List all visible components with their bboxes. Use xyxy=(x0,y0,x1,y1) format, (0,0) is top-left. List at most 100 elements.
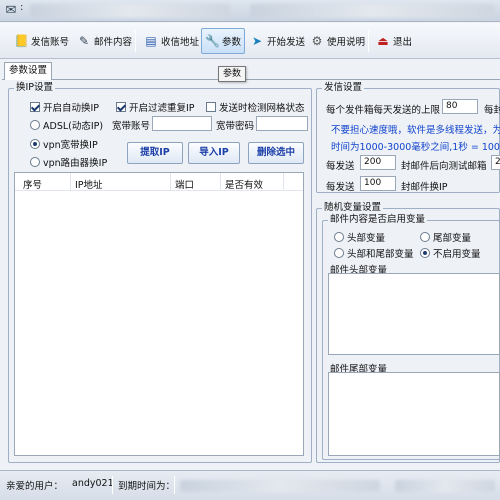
extract-ip-button[interactable]: 提取IP xyxy=(127,142,183,164)
column-header-port[interactable]: 端口 xyxy=(175,177,194,191)
app-icon: ✉ xyxy=(5,3,17,18)
filter-duplicate-ip-checkbox[interactable]: 开启过滤重复IP xyxy=(116,100,195,114)
after-test-label: 封邮件后向测试邮箱 xyxy=(401,161,487,172)
toolbar-button-parameters[interactable]: 🔧 参数 xyxy=(201,28,246,54)
radio-circle xyxy=(420,232,430,242)
toolbar-label: 退出 xyxy=(393,37,413,48)
checkbox-label: 开启自动换IP xyxy=(43,103,100,114)
per-box-limit-input[interactable]: 80 xyxy=(442,99,478,114)
speed-note-line-2: 时间为1000-3000毫秒之间,1秒 = 1000毫秒 xyxy=(331,142,500,153)
vpn-router-radio[interactable]: vpn路由器换IP xyxy=(30,155,107,169)
window-title: : xyxy=(20,2,24,13)
column-separator xyxy=(220,173,221,191)
column-separator xyxy=(170,173,171,191)
radio-circle xyxy=(334,248,344,258)
radio-label: 不启用变量 xyxy=(433,249,481,260)
tooltip: 参数 xyxy=(218,66,246,82)
address-card-icon: ▤ xyxy=(145,34,157,48)
column-separator xyxy=(283,173,284,191)
speed-note-line-1: 不要担心速度哦，软件是多线程发送，为 xyxy=(331,125,500,136)
toolbar: 📒 发信账号 ✎ 邮件内容 ▤ 收信地址 🔧 参数 ➤ 开始发送 ⚙ 使用说明 … xyxy=(0,23,500,59)
toolbar-button-mail-content[interactable]: ✎ 邮件内容 xyxy=(73,28,136,54)
toolbar-separator xyxy=(135,30,136,52)
test-interval-input[interactable]: 200 xyxy=(360,155,396,170)
toolbar-label: 收信地址 xyxy=(161,37,200,48)
checkbox-box xyxy=(116,102,126,112)
radio-label: 头部和尾部变量 xyxy=(347,249,414,260)
footer-var-textarea[interactable] xyxy=(328,372,500,456)
toolbar-label: 参数 xyxy=(222,37,242,48)
status-separator xyxy=(112,476,113,494)
blurred-status-region xyxy=(180,480,380,492)
no-var-radio[interactable]: 不启用变量 xyxy=(420,246,481,260)
radio-circle xyxy=(30,120,40,130)
ip-table[interactable]: 序号 IP地址 端口 是否有效 xyxy=(14,172,304,456)
per-box-limit-label: 每个发件箱每天发送的上限 xyxy=(326,105,441,116)
exit-icon: ⏏ xyxy=(377,34,389,48)
toolbar-label: 开始发送 xyxy=(267,37,306,48)
toolbar-separator xyxy=(368,30,369,52)
radio-label: ADSL(动态IP) xyxy=(43,121,104,132)
user-label: 亲爱的用户： xyxy=(6,481,64,492)
group-title: 换IP设置 xyxy=(14,82,56,94)
header-var-radio[interactable]: 头部变量 xyxy=(334,230,385,244)
vpn-broadband-radio[interactable]: vpn宽带换IP xyxy=(30,137,98,151)
status-separator xyxy=(174,476,175,494)
group-title: 发信设置 xyxy=(322,82,365,94)
radio-label: 头部变量 xyxy=(347,233,386,244)
adsl-radio[interactable]: ADSL(动态IP) xyxy=(30,118,103,132)
notebook-icon: 📒 xyxy=(14,34,29,48)
broadband-password-label: 宽带密码 xyxy=(216,121,255,132)
toolbar-label: 使用说明 xyxy=(327,37,366,48)
radio-circle xyxy=(30,157,40,167)
ip-change-interval-input[interactable]: 100 xyxy=(360,176,396,191)
auto-change-ip-checkbox[interactable]: 开启自动换IP xyxy=(30,100,99,114)
checkbox-box xyxy=(206,102,216,112)
pen-icon: ✎ xyxy=(78,34,90,48)
import-ip-button[interactable]: 导入IP xyxy=(188,142,240,164)
toolbar-button-recipient-addresses[interactable]: ▤ 收信地址 xyxy=(140,28,203,54)
radio-circle xyxy=(420,248,430,258)
blurred-title-region xyxy=(250,4,495,18)
every-send-label: 每发送 xyxy=(326,182,355,193)
check-network-checkbox[interactable]: 发送时检测网格状态 xyxy=(206,100,305,114)
user-name: andy021 xyxy=(72,478,114,489)
broadband-account-input[interactable] xyxy=(152,116,212,131)
column-header-ip-address[interactable]: IP地址 xyxy=(75,177,103,191)
toolbar-label: 邮件内容 xyxy=(94,37,133,48)
column-header-index[interactable]: 序号 xyxy=(23,177,42,191)
checkbox-label: 发送时检测网格状态 xyxy=(219,103,305,114)
blurred-title-region xyxy=(30,4,230,18)
title-bar[interactable]: ✉ : xyxy=(0,0,500,22)
toolbar-button-exit[interactable]: ⏏ 退出 xyxy=(372,28,416,54)
toolbar-button-instructions[interactable]: ⚙ 使用说明 xyxy=(306,28,369,54)
broadband-password-input[interactable] xyxy=(256,116,308,131)
header-var-textarea[interactable] xyxy=(328,273,500,355)
column-header-valid[interactable]: 是否有效 xyxy=(225,177,263,191)
toolbar-button-sender-accounts[interactable]: 📒 发信账号 xyxy=(10,28,73,54)
status-bar: 亲爱的用户： andy021 到期时间为： xyxy=(0,470,500,500)
checkbox-label: 开启过滤重复IP xyxy=(129,103,195,114)
every-send-label: 每发送 xyxy=(326,161,355,172)
toolbar-label: 发信账号 xyxy=(31,37,70,48)
send-icon: ➤ xyxy=(251,34,263,48)
radio-label: vpn宽带换IP xyxy=(43,140,98,151)
group-title: 邮件内容是否启用变量 xyxy=(328,214,428,226)
radio-circle xyxy=(334,232,344,242)
change-ip-after-label: 封邮件换IP xyxy=(401,182,448,193)
test-mailbox-input[interactable]: 20 xyxy=(491,155,500,170)
per-box-limit-suffix: 每封 xyxy=(484,105,500,116)
blurred-status-region xyxy=(395,480,495,492)
wrench-icon: 🔧 xyxy=(205,34,220,48)
group-title: 随机变量设置 xyxy=(322,202,384,214)
header-footer-var-radio[interactable]: 头部和尾部变量 xyxy=(334,246,414,260)
tab-parameter-settings[interactable]: 参数设置 xyxy=(4,62,52,80)
radio-circle xyxy=(30,139,40,149)
toolbar-button-start-sending[interactable]: ➤ 开始发送 xyxy=(246,28,309,54)
broadband-account-label: 宽带账号 xyxy=(112,121,151,132)
expire-label: 到期时间为： xyxy=(118,481,176,492)
ip-table-header: 序号 IP地址 端口 是否有效 xyxy=(15,173,303,191)
delete-selected-button[interactable]: 删除选中 xyxy=(248,142,304,164)
column-separator xyxy=(70,173,71,191)
footer-var-radio[interactable]: 尾部变量 xyxy=(420,230,471,244)
